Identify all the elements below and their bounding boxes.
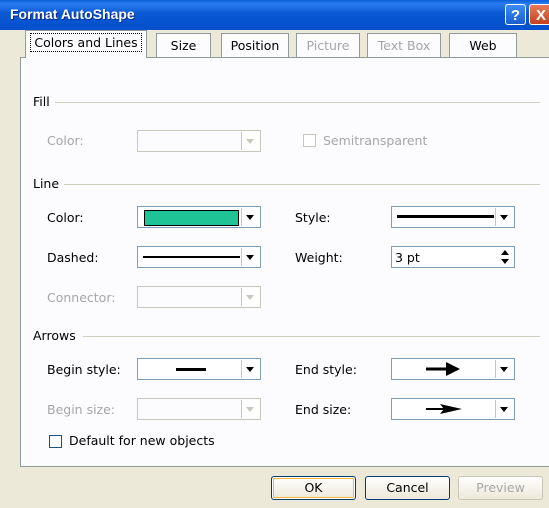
help-button[interactable]: ? <box>505 4 526 25</box>
tab-web[interactable]: Web <box>449 33 517 57</box>
end-size-label: End size: <box>295 402 352 417</box>
close-button[interactable]: X <box>529 4 549 25</box>
line-color-dropdown[interactable] <box>137 206 261 228</box>
line-color-label: Color: <box>47 210 84 225</box>
line-style-dropdown[interactable] <box>391 206 515 228</box>
tab-picture: Picture <box>296 33 360 57</box>
arrow-size-icon <box>426 404 462 414</box>
tab-label: Colors and Lines <box>30 33 142 52</box>
connector-label: Connector: <box>47 290 116 305</box>
default-checkbox-label[interactable]: Default for new objects <box>69 433 215 448</box>
line-dashed-label: Dashed: <box>47 250 99 265</box>
chevron-down-icon <box>241 208 259 226</box>
spin-up-icon[interactable] <box>498 248 513 257</box>
end-size-dropdown[interactable] <box>391 398 515 420</box>
begin-size-label: Begin size: <box>47 402 116 417</box>
line-style-preview <box>397 215 494 218</box>
begin-size-dropdown <box>137 398 261 420</box>
line-color-swatch <box>144 210 239 226</box>
chevron-down-icon <box>241 288 259 306</box>
semitransparent-checkbox <box>303 134 316 147</box>
line-dashed-dropdown[interactable] <box>137 246 261 268</box>
end-style-dropdown[interactable] <box>391 358 515 380</box>
tab-text-box: Text Box <box>367 33 441 57</box>
line-weight-value: 3 pt <box>395 250 420 265</box>
ok-button[interactable]: OK <box>271 476 356 500</box>
preview-button: Preview <box>458 476 543 500</box>
fill-divider <box>55 102 540 103</box>
dash-style-preview <box>143 256 240 258</box>
tab-position[interactable]: Position <box>221 33 289 57</box>
tab-colors-and-lines[interactable]: Colors and Lines <box>25 30 147 58</box>
chevron-down-icon <box>241 360 259 378</box>
line-weight-spinner[interactable]: 3 pt <box>391 246 515 268</box>
window-title: Format AutoShape <box>10 6 135 22</box>
cancel-button[interactable]: Cancel <box>365 476 450 500</box>
arrows-group-label: Arrows <box>33 328 76 343</box>
fill-color-dropdown <box>137 130 261 152</box>
chevron-down-icon <box>241 400 259 418</box>
end-style-label: End style: <box>295 362 357 377</box>
fill-color-label: Color: <box>47 133 84 148</box>
semitransparent-label: Semitransparent <box>323 133 428 148</box>
fill-group-label: Fill <box>33 94 50 109</box>
line-group-label: Line <box>33 176 60 191</box>
chevron-down-icon <box>495 208 513 226</box>
begin-style-label: Begin style: <box>47 362 121 377</box>
title-bar[interactable]: Format AutoShape ? X <box>0 0 549 30</box>
line-weight-label: Weight: <box>295 250 343 265</box>
chevron-down-icon <box>495 400 513 418</box>
chevron-down-icon <box>495 360 513 378</box>
chevron-down-icon <box>241 248 259 266</box>
connector-dropdown <box>137 286 261 308</box>
arrow-right-icon <box>426 362 460 376</box>
begin-style-preview <box>176 368 206 371</box>
tab-size[interactable]: Size <box>156 33 211 57</box>
line-divider <box>64 184 540 185</box>
spin-down-icon[interactable] <box>498 257 513 266</box>
arrows-divider <box>83 336 540 337</box>
default-checkbox[interactable] <box>49 435 62 448</box>
line-style-label: Style: <box>295 210 331 225</box>
begin-style-dropdown[interactable] <box>137 358 261 380</box>
chevron-down-icon <box>241 132 259 150</box>
